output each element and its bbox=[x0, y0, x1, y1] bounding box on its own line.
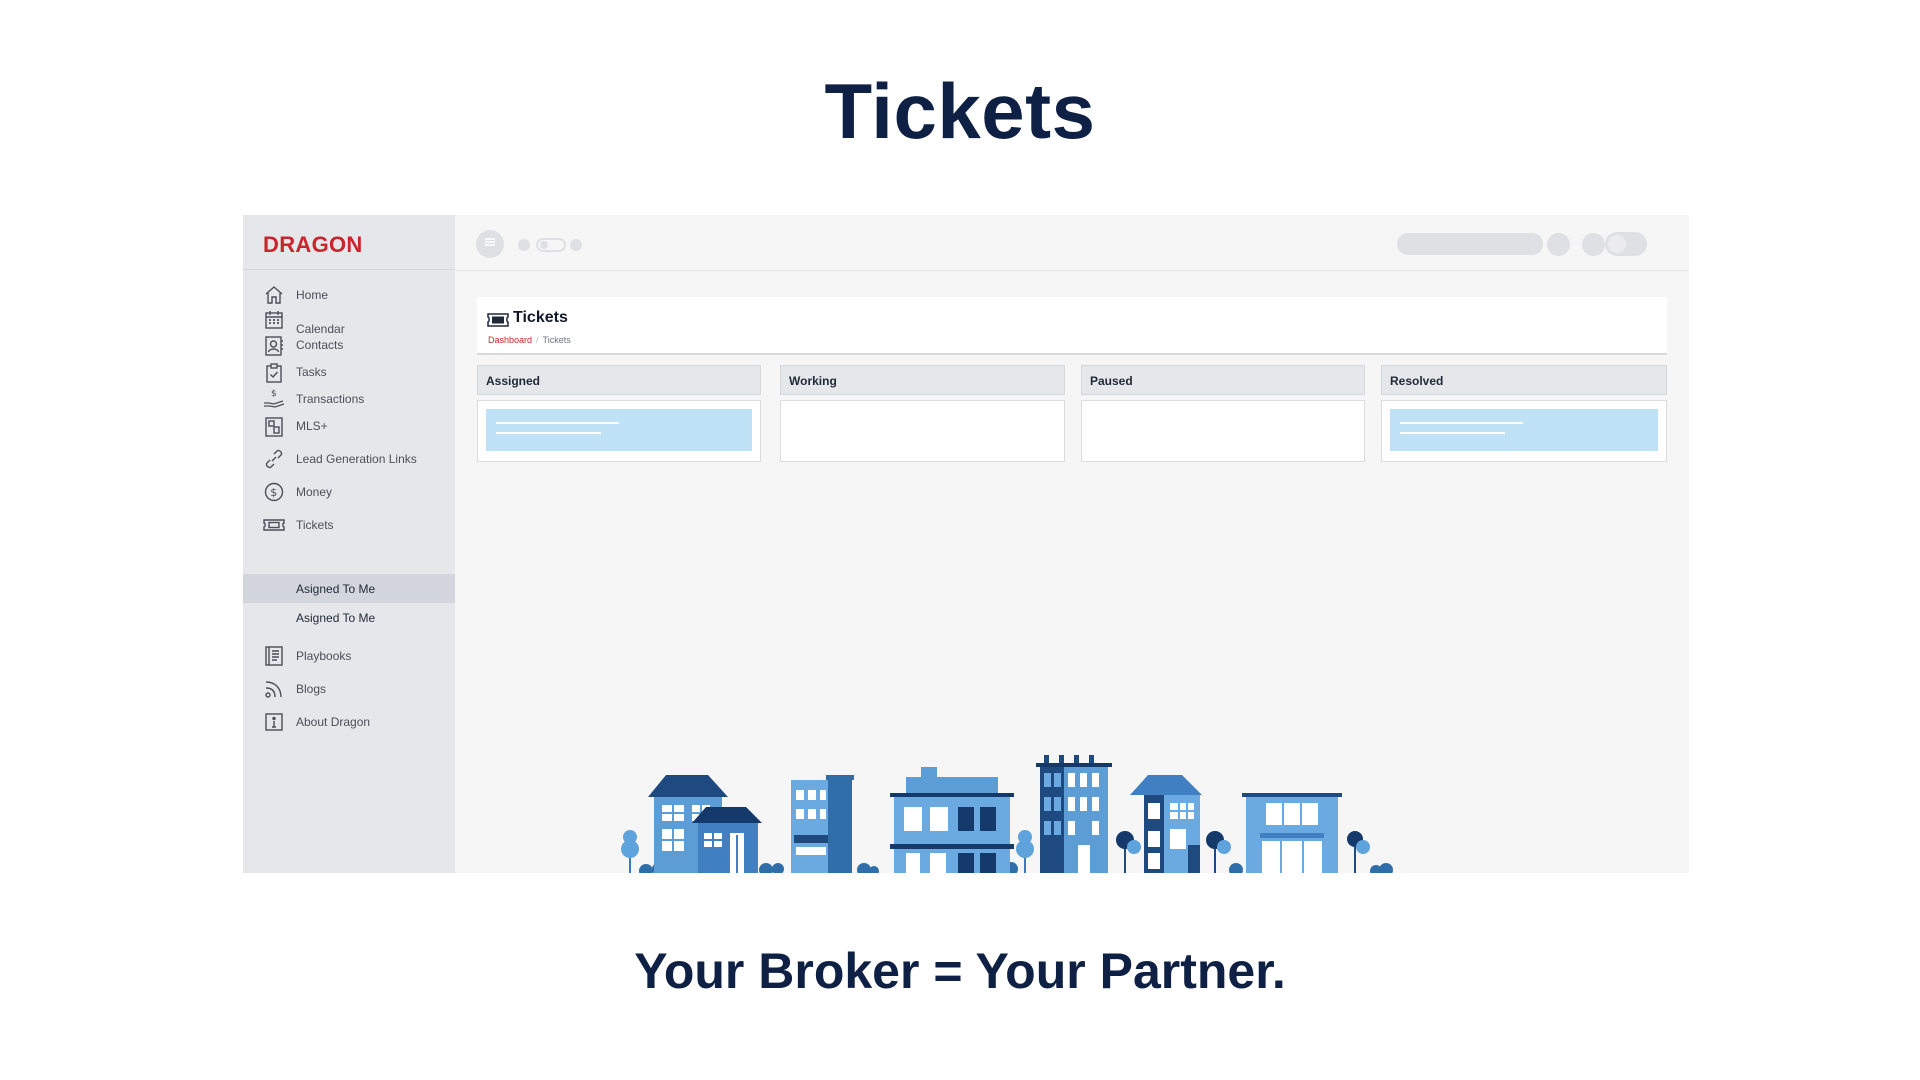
sidebar-subitem-assigned-to-me[interactable]: Asigned To Me bbox=[243, 574, 455, 603]
sidebar-item-contacts[interactable]: Contacts bbox=[243, 331, 455, 359]
tagline: Your Broker = Your Partner. bbox=[634, 943, 1286, 999]
clipboard-check-icon bbox=[263, 362, 285, 384]
svg-text:$: $ bbox=[270, 486, 277, 499]
menu-button[interactable] bbox=[476, 230, 504, 258]
ticket-icon bbox=[263, 514, 285, 536]
column-header-resolved[interactable]: Resolved bbox=[1381, 365, 1667, 395]
search-bar[interactable] bbox=[1397, 233, 1543, 255]
sidebar-item-label: Transactions bbox=[296, 392, 365, 406]
info-icon bbox=[263, 711, 285, 733]
sidebar-item-about-dragon[interactable]: About Dragon bbox=[243, 708, 455, 736]
ticket-card[interactable] bbox=[486, 409, 752, 451]
sidebar-item-transactions[interactable]: $ Transactions bbox=[243, 385, 455, 413]
sidebar-item-home[interactable]: Home bbox=[243, 281, 455, 309]
ticket-card[interactable] bbox=[1390, 409, 1658, 451]
placeholder-dot bbox=[570, 239, 582, 251]
page-header: Tickets Dashboard / Tickets bbox=[477, 297, 1667, 355]
sidebar-item-label: Playbooks bbox=[296, 649, 352, 663]
sidebar-item-label: Contacts bbox=[296, 338, 344, 352]
sidebar-item-label: MLS+ bbox=[296, 419, 328, 433]
sidebar-item-tasks[interactable]: Tasks bbox=[243, 358, 455, 386]
book-icon bbox=[263, 645, 285, 667]
mls-icon bbox=[263, 416, 285, 438]
contacts-icon bbox=[263, 335, 285, 357]
link-icon bbox=[263, 448, 285, 470]
column-resolved bbox=[1381, 400, 1667, 462]
sidebar-item-label: Blogs bbox=[296, 682, 327, 696]
top-bar bbox=[455, 215, 1689, 271]
sidebar-item-playbooks[interactable]: Playbooks bbox=[243, 642, 455, 670]
sidebar-subitem-label: Asigned To Me bbox=[296, 582, 376, 596]
app-window: DRAGON Home Calendar Contacts Tasks $ Tr… bbox=[243, 215, 1689, 873]
theme-toggle[interactable] bbox=[1605, 232, 1647, 256]
sidebar-item-label: Home bbox=[296, 288, 329, 302]
breadcrumb-current: Tickets bbox=[542, 335, 571, 345]
sidebar-item-label: Tickets bbox=[296, 518, 334, 532]
ticket-icon bbox=[487, 312, 509, 328]
sidebar-item-label: Tasks bbox=[296, 365, 327, 379]
sidebar-item-money[interactable]: $ Money bbox=[243, 478, 455, 506]
calendar-icon bbox=[263, 309, 285, 331]
breadcrumb-separator: / bbox=[536, 335, 539, 345]
column-working bbox=[780, 400, 1065, 462]
hand-dollar-icon: $ bbox=[263, 387, 285, 409]
rss-icon bbox=[263, 678, 285, 700]
hamburger-icon bbox=[484, 235, 496, 253]
text-placeholder bbox=[496, 422, 619, 424]
brand-logo[interactable]: DRAGON bbox=[263, 232, 363, 258]
profile-button[interactable] bbox=[1582, 233, 1605, 256]
placeholder-dot bbox=[518, 239, 530, 251]
dollar-circle-icon: $ bbox=[263, 481, 285, 503]
sidebar-subitem-label: Asigned To Me bbox=[296, 611, 376, 625]
sidebar-item-label: Lead Generation Links bbox=[296, 452, 417, 466]
breadcrumb: Dashboard / Tickets bbox=[488, 335, 571, 345]
text-placeholder bbox=[1400, 432, 1505, 434]
column-assigned bbox=[477, 400, 761, 462]
sidebar-item-mls[interactable]: MLS+ bbox=[243, 412, 455, 440]
slide-title: Tickets bbox=[824, 67, 1096, 155]
page-title: Tickets bbox=[513, 309, 568, 326]
notification-button[interactable] bbox=[1547, 233, 1570, 256]
sidebar-item-label: About Dragon bbox=[296, 715, 371, 729]
sidebar-item-label: Money bbox=[296, 485, 333, 499]
column-header-assigned[interactable]: Assigned bbox=[477, 365, 761, 395]
toggle-switch[interactable] bbox=[536, 238, 566, 252]
breadcrumb-dashboard-link[interactable]: Dashboard bbox=[488, 335, 532, 345]
home-icon bbox=[263, 284, 285, 306]
sidebar-item-blogs[interactable]: Blogs bbox=[243, 675, 455, 703]
text-placeholder bbox=[496, 432, 601, 434]
sidebar-item-lead-generation-links[interactable]: Lead Generation Links bbox=[243, 445, 455, 473]
city-illustration bbox=[616, 735, 1536, 873]
text-placeholder bbox=[1400, 422, 1523, 424]
column-header-paused[interactable]: Paused bbox=[1081, 365, 1365, 395]
sidebar-subitem-assigned-to-me-2[interactable]: Asigned To Me bbox=[243, 603, 455, 632]
divider bbox=[243, 269, 455, 270]
column-header-working[interactable]: Working bbox=[780, 365, 1065, 395]
sidebar-item-tickets[interactable]: Tickets bbox=[243, 511, 455, 539]
column-paused bbox=[1081, 400, 1365, 462]
sidebar: DRAGON Home Calendar Contacts Tasks $ Tr… bbox=[243, 215, 455, 873]
svg-text:$: $ bbox=[271, 389, 277, 399]
